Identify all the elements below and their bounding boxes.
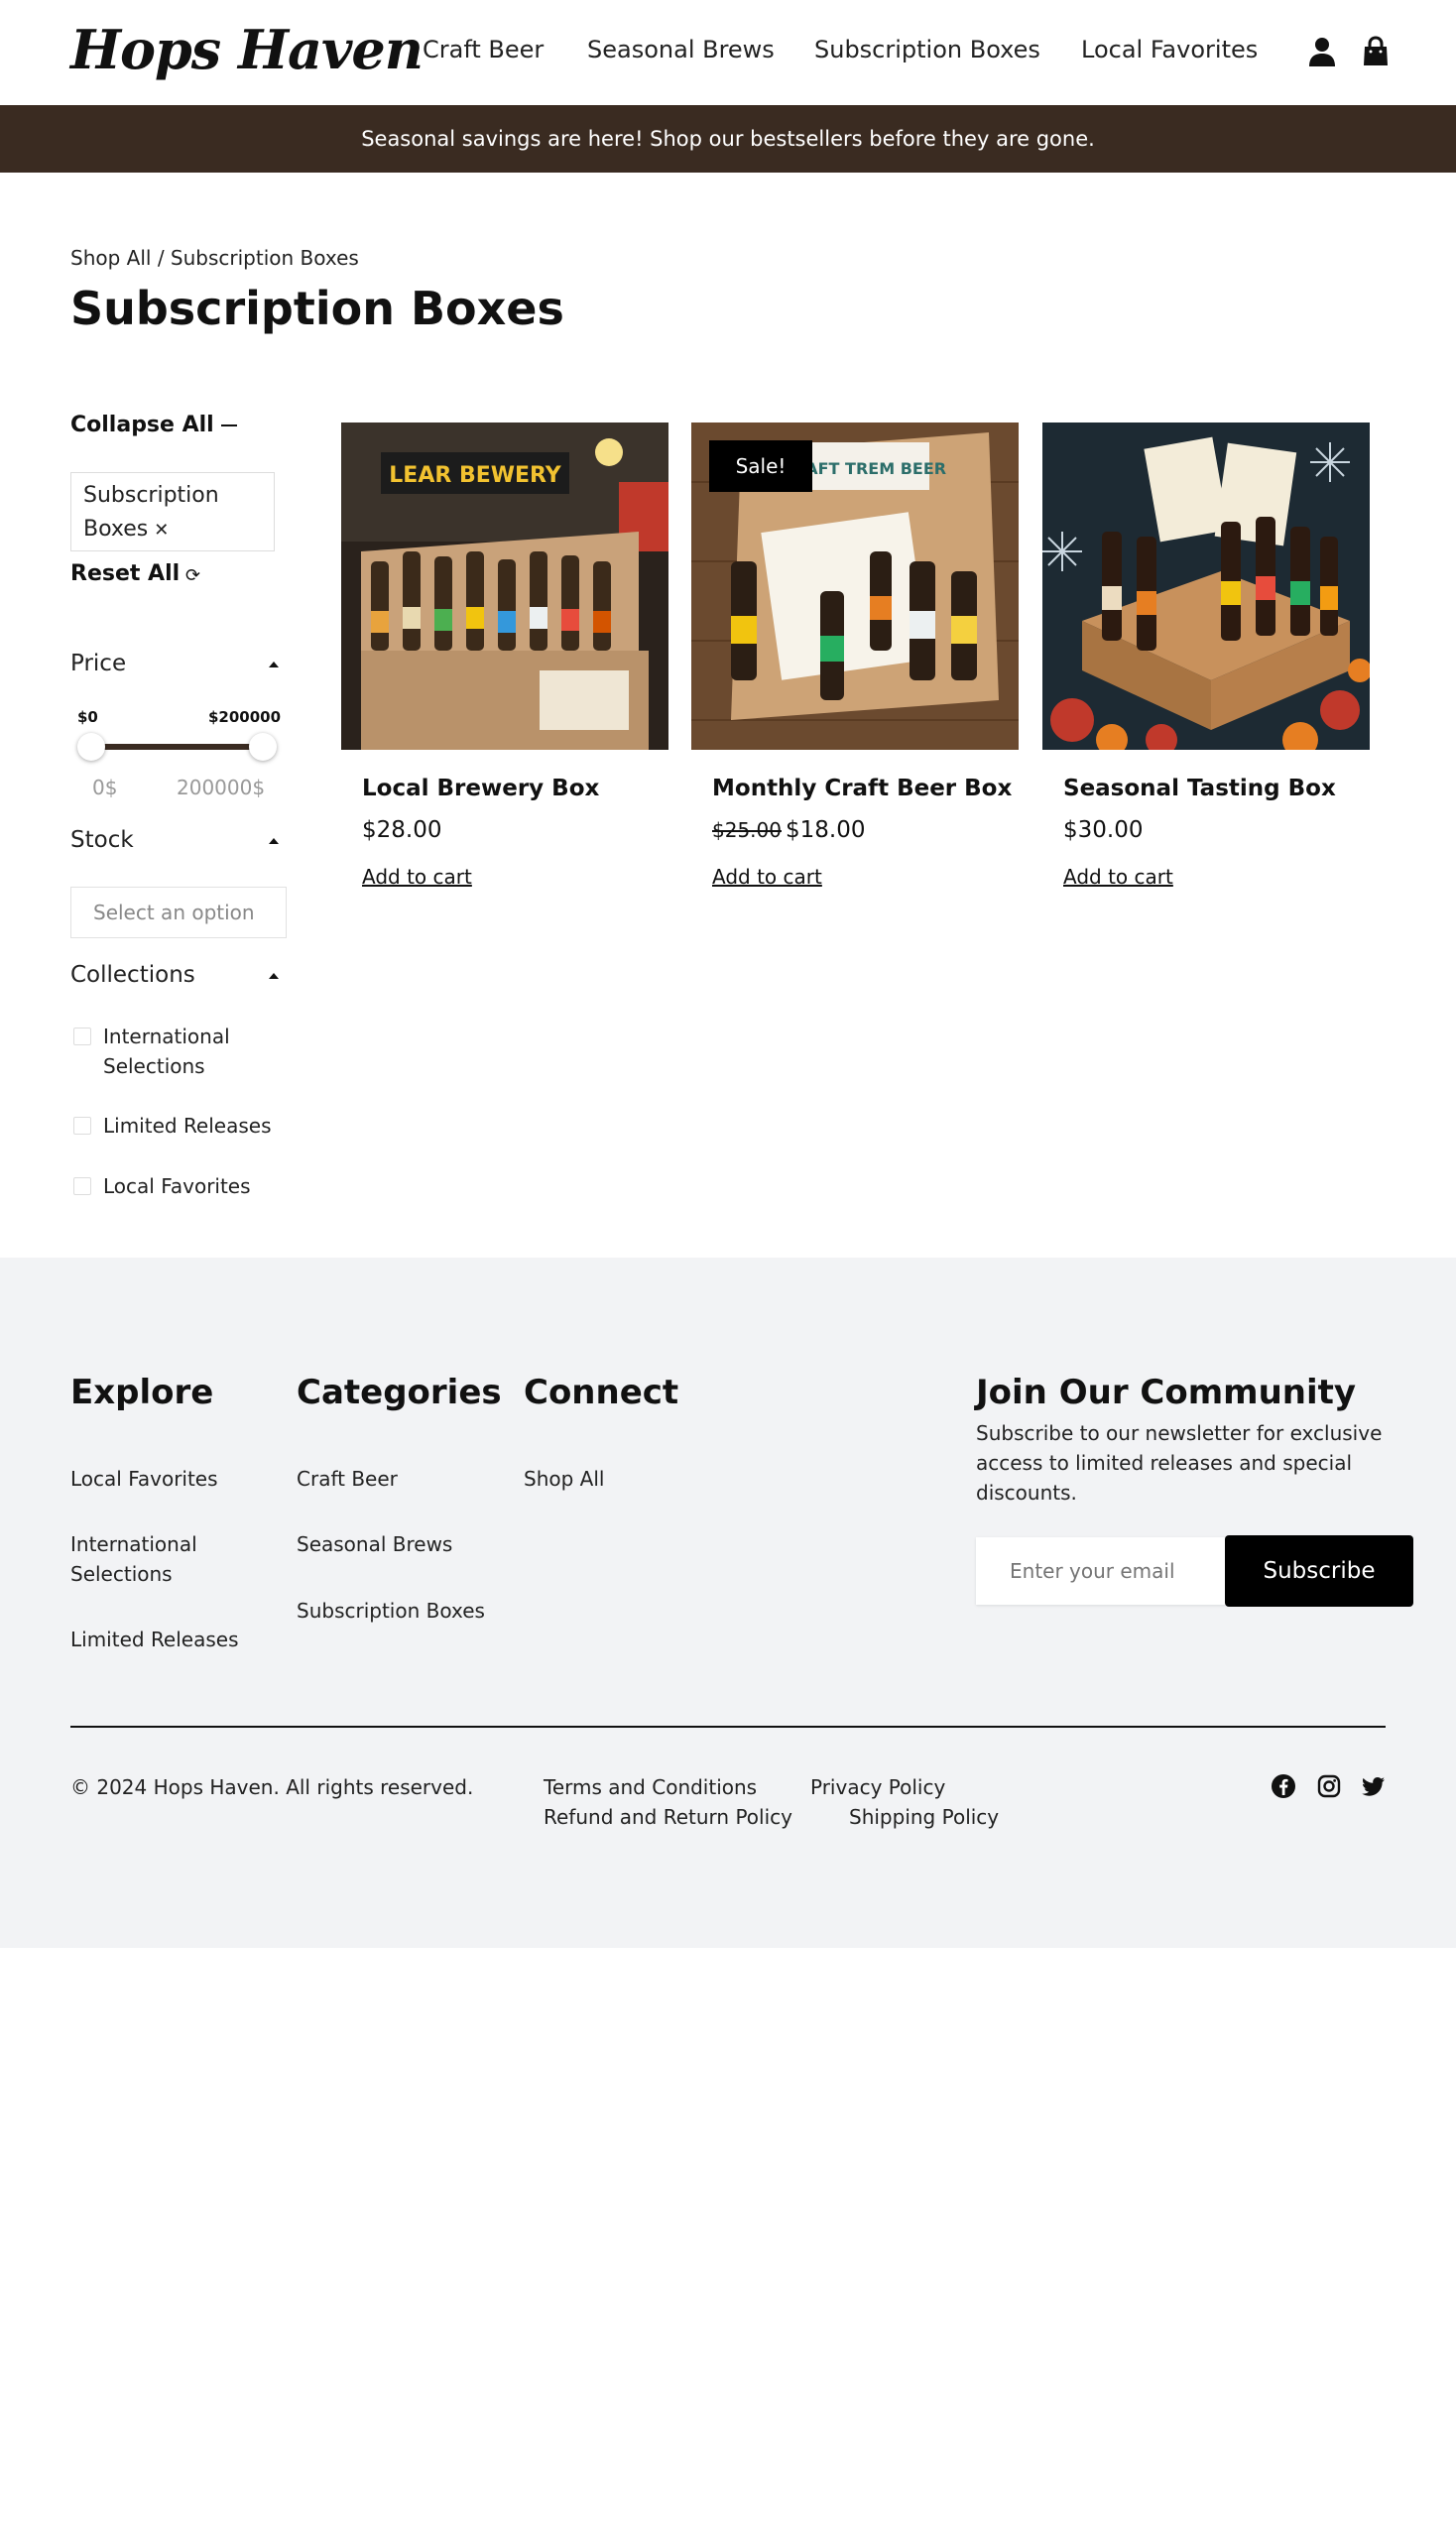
price-current: $30.00 <box>1063 817 1144 843</box>
breadcrumb[interactable]: Shop All / Subscription Boxes <box>70 246 359 270</box>
collection-label: Limited Releases <box>103 1114 272 1138</box>
product-image[interactable]: LEAR BEWERY <box>341 423 668 750</box>
refresh-icon[interactable]: ⟳ <box>185 565 200 586</box>
product-name[interactable]: Local Brewery Box <box>362 776 599 801</box>
collection-label: Local Favorites <box>103 1174 251 1198</box>
subscribe-button[interactable]: Subscribe <box>1225 1535 1413 1607</box>
caret-up-icon[interactable] <box>269 662 279 667</box>
beer-box-image: LEAR BEWERY <box>341 423 668 750</box>
price-filter-title[interactable]: Price <box>70 651 126 676</box>
caret-up-icon[interactable] <box>269 973 279 979</box>
shopping-bag-icon[interactable] <box>1361 36 1391 67</box>
product-image[interactable]: RAFT TREM BEER Sale! <box>691 423 1019 750</box>
price-min-value: 0$ <box>92 776 118 799</box>
nav-subscription-boxes[interactable]: Subscription Boxes <box>814 36 1040 63</box>
copyright-text: © 2024 Hops Haven. All rights reserved. <box>70 1775 474 1799</box>
footer-divider <box>70 1726 1386 1728</box>
site-logo[interactable]: Hops Haven <box>70 18 424 81</box>
terms-link[interactable]: Terms and Conditions <box>544 1775 757 1799</box>
price-max-label: $200000 <box>208 708 282 726</box>
product-name[interactable]: Seasonal Tasting Box <box>1063 776 1336 801</box>
minus-icon[interactable] <box>221 424 237 426</box>
price-slider-max-handle[interactable] <box>249 733 277 761</box>
checkbox[interactable] <box>73 1177 91 1195</box>
footer-link[interactable]: International Selections <box>70 1529 239 1589</box>
caret-up-icon[interactable] <box>269 838 279 844</box>
newsletter-title: Join Our Community <box>976 1373 1357 1412</box>
price-slider-track[interactable] <box>90 744 259 750</box>
account-icon[interactable] <box>1307 36 1337 67</box>
privacy-link[interactable]: Privacy Policy <box>810 1775 945 1799</box>
price-current: $18.00 <box>785 817 866 843</box>
product-price: $30.00 <box>1063 817 1143 843</box>
site-footer: Explore Local Favorites International Se… <box>0 1258 1456 1948</box>
price-original: $25.00 <box>712 818 782 842</box>
price-max-value: 200000$ <box>177 776 266 799</box>
price-current: $28.00 <box>362 817 442 843</box>
beer-box-image <box>1042 423 1370 750</box>
refund-link[interactable]: Refund and Return Policy <box>544 1805 792 1829</box>
footer-link[interactable]: Subscription Boxes <box>297 1596 485 1626</box>
add-to-cart-link[interactable]: Add to cart <box>362 865 472 889</box>
footer-categories-title: Categories <box>297 1373 502 1412</box>
product-card: LEAR BEWERY Local Brewery Box $28.00 Add… <box>341 423 668 889</box>
nav-craft-beer[interactable]: Craft Beer <box>423 36 544 63</box>
facebook-icon[interactable] <box>1271 1773 1296 1799</box>
collections-filter-title[interactable]: Collections <box>70 962 195 988</box>
stock-filter-title[interactable]: Stock <box>70 827 134 853</box>
product-card: Seasonal Tasting Box $30.00 Add to cart <box>1042 423 1370 889</box>
sale-badge: Sale! <box>709 440 812 492</box>
stock-select[interactable]: Select an option <box>70 887 287 938</box>
instagram-icon[interactable] <box>1316 1773 1342 1799</box>
nav-seasonal-brews[interactable]: Seasonal Brews <box>587 36 775 63</box>
close-icon[interactable]: ✕ <box>154 520 169 541</box>
footer-link[interactable]: Local Favorites <box>70 1464 218 1494</box>
product-image[interactable] <box>1042 423 1370 750</box>
product-name[interactable]: Monthly Craft Beer Box <box>712 776 1012 801</box>
newsletter-text: Subscribe to our newsletter for exclusiv… <box>976 1421 1383 1505</box>
footer-connect-title: Connect <box>524 1373 679 1412</box>
footer-link[interactable]: Craft Beer <box>297 1464 398 1494</box>
shipping-link[interactable]: Shipping Policy <box>849 1805 999 1829</box>
checkbox[interactable] <box>73 1028 91 1045</box>
add-to-cart-link[interactable]: Add to cart <box>1063 865 1173 889</box>
price-min-label: $0 <box>77 708 98 726</box>
active-filter-chip[interactable]: Subscription Boxes ✕ <box>70 472 275 551</box>
product-price: $28.00 <box>362 817 441 843</box>
checkbox[interactable] <box>73 1117 91 1135</box>
promo-banner: Seasonal savings are here! Shop our best… <box>0 105 1456 173</box>
product-card: RAFT TREM BEER Sale! Monthly Craft Beer … <box>691 423 1019 889</box>
collapse-all-button[interactable]: Collapse All <box>70 413 214 437</box>
site-header: Hops Haven Craft Beer Seasonal Brews Sub… <box>0 0 1456 105</box>
nav-local-favorites[interactable]: Local Favorites <box>1081 36 1258 63</box>
footer-link[interactable]: Shop All <box>524 1464 604 1494</box>
twitter-icon[interactable] <box>1361 1773 1387 1799</box>
page-title: Subscription Boxes <box>70 282 564 335</box>
price-slider-min-handle[interactable] <box>77 733 105 761</box>
footer-explore-title: Explore <box>70 1373 214 1412</box>
footer-link[interactable]: Seasonal Brews <box>297 1529 452 1559</box>
box-label-text: RAFT TREM BEER <box>793 459 946 478</box>
product-price: $25.00 $18.00 <box>712 817 865 843</box>
collection-label: International Selections <box>103 1025 230 1078</box>
add-to-cart-link[interactable]: Add to cart <box>712 865 822 889</box>
sign-text: LEAR BEWERY <box>389 463 562 488</box>
active-filter-label: Subscription Boxes <box>83 483 219 542</box>
footer-link[interactable]: Limited Releases <box>70 1625 239 1654</box>
newsletter-email-input[interactable] <box>976 1537 1226 1605</box>
reset-all-button[interactable]: Reset All <box>70 561 180 586</box>
